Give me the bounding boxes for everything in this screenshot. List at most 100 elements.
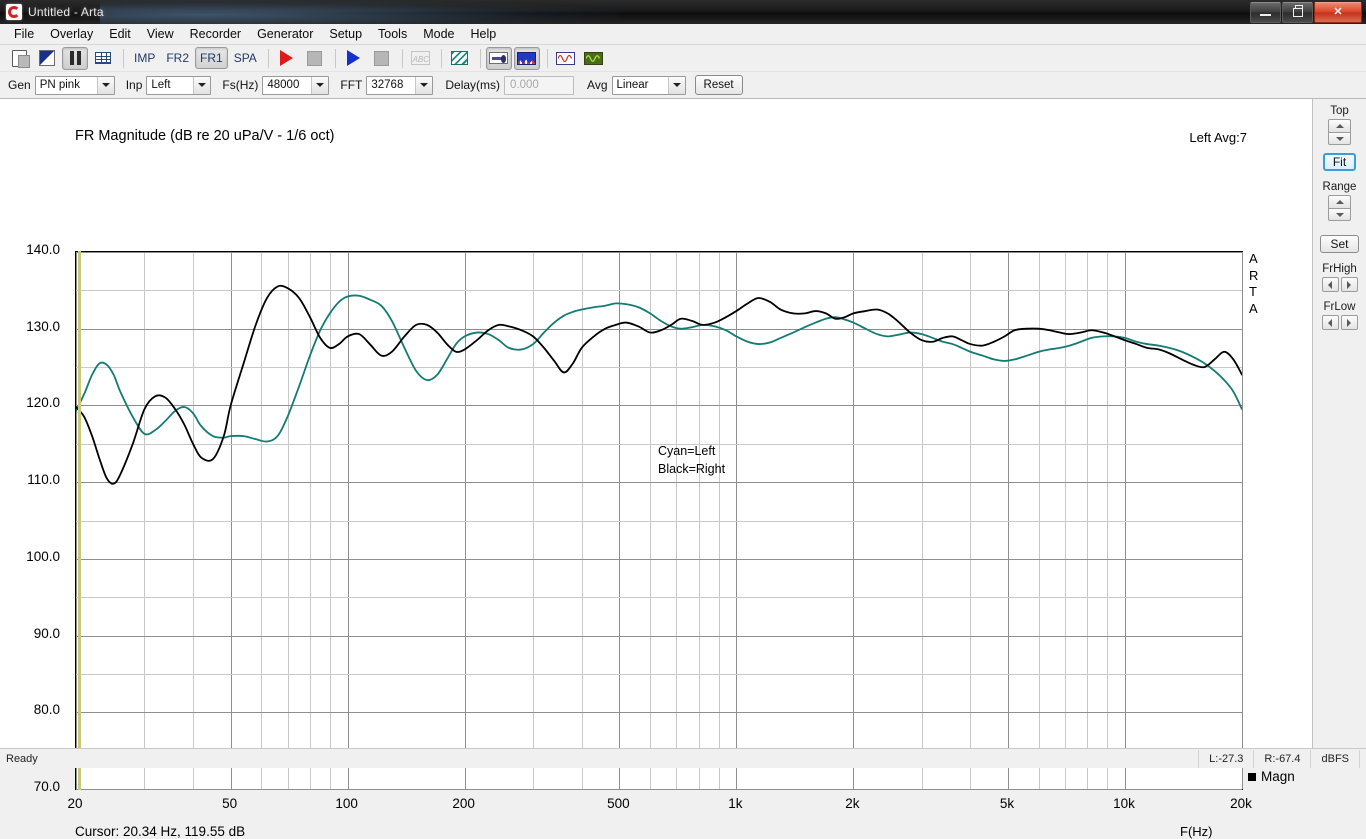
generator-value: PN pink — [36, 77, 97, 94]
overlay-button[interactable] — [34, 47, 60, 70]
samplerate-value: 48000 — [263, 77, 311, 94]
mode-button-fr2[interactable]: FR2 — [161, 47, 194, 69]
menu-item-tools[interactable]: Tools — [370, 25, 415, 44]
range-decrease-button[interactable] — [1328, 208, 1351, 221]
new-file-button[interactable] — [6, 47, 32, 70]
top-decrease-button[interactable] — [1328, 132, 1351, 145]
frlow-stepper[interactable] — [1322, 315, 1358, 330]
chevron-up-icon — [1336, 200, 1344, 204]
status-right-level: R:-67.4 — [1253, 750, 1310, 768]
menu-item-recorder[interactable]: Recorder — [182, 25, 249, 44]
graph-scale-panel: Top Fit Range Set FrHigh FrLow — [1312, 99, 1366, 748]
pause-button[interactable] — [62, 47, 88, 70]
delay-input[interactable]: 0.000 — [504, 76, 574, 95]
table-grid-icon — [95, 52, 111, 64]
reset-button[interactable]: Reset — [695, 75, 743, 95]
window-controls: ✕ — [1250, 0, 1366, 24]
y-axis-tick-label: 130.0 — [0, 319, 60, 334]
top-increase-button[interactable] — [1328, 119, 1351, 132]
chevron-down-icon[interactable] — [193, 77, 210, 94]
chevron-down-icon — [1336, 137, 1344, 141]
x-axis-tick-label: 20 — [45, 796, 105, 811]
range-stepper[interactable] — [1328, 195, 1351, 221]
minimize-button[interactable] — [1250, 2, 1281, 23]
status-unit: dBFS — [1310, 750, 1360, 768]
chevron-down-icon[interactable] — [415, 77, 432, 94]
sine-generator-button[interactable] — [553, 47, 579, 70]
menu-item-file[interactable]: File — [6, 25, 42, 44]
stop-red-icon — [307, 51, 322, 66]
frhigh-stepper[interactable] — [1322, 277, 1358, 292]
range-increase-button[interactable] — [1328, 195, 1351, 208]
mode-button-imp[interactable]: IMP — [129, 47, 160, 69]
menu-item-help[interactable]: Help — [463, 25, 505, 44]
averaging-select[interactable]: Linear — [612, 76, 686, 95]
chevron-up-icon — [1336, 124, 1344, 128]
cursor-line — [78, 251, 81, 790]
x-axis-tick-label: 1k — [705, 796, 765, 811]
averaging-value: Linear — [613, 77, 668, 94]
stop-record-button[interactable] — [302, 47, 328, 70]
noise-pattern-button[interactable] — [447, 47, 473, 70]
fft-size-select[interactable]: 32768 — [366, 76, 433, 95]
plot-title: FR Magnitude (dB re 20 uPa/V - 1/6 oct) — [75, 128, 335, 144]
toolbar-separator — [441, 49, 442, 68]
record-button[interactable] — [274, 47, 300, 70]
samplerate-select[interactable]: 48000 — [262, 76, 329, 95]
top-stepper[interactable] — [1328, 119, 1351, 145]
watermark-letter: A — [1249, 301, 1258, 318]
fit-button[interactable]: Fit — [1323, 153, 1356, 171]
toolbar-separator — [123, 49, 124, 68]
x-axis-tick-label: 2k — [822, 796, 882, 811]
title-bar: Untitled - Arta ✕ — [0, 0, 1366, 25]
settings-toolbar: Gen PN pink Inp Left Fs(Hz) 48000 FFT 32… — [0, 72, 1366, 99]
scope-icon — [584, 52, 603, 65]
toolbar-separator — [480, 49, 481, 68]
generator-select[interactable]: PN pink — [35, 76, 115, 95]
text-annotation-button[interactable]: ABC — [408, 47, 434, 70]
plot-axes[interactable] — [75, 251, 1243, 790]
toolbar-separator — [547, 49, 548, 68]
frhigh-increase-button[interactable] — [1341, 277, 1358, 292]
delay-label: Delay(ms) — [445, 77, 500, 93]
frlow-increase-button[interactable] — [1341, 315, 1358, 330]
menu-item-setup[interactable]: Setup — [321, 25, 370, 44]
record-red-icon — [280, 50, 293, 66]
arta-logo-icon — [6, 4, 22, 20]
menu-item-view[interactable]: View — [139, 25, 182, 44]
scope-button[interactable] — [581, 47, 607, 70]
chevron-down-icon[interactable] — [311, 77, 328, 94]
legend-label-magn: Magn — [1261, 767, 1295, 787]
spectrum-button[interactable] — [514, 47, 540, 70]
x-axis-tick-label: 20k — [1211, 796, 1271, 811]
table-button[interactable] — [90, 47, 116, 70]
close-button[interactable]: ✕ — [1314, 2, 1362, 23]
play-button[interactable] — [341, 47, 367, 70]
chevron-down-icon[interactable] — [97, 77, 114, 94]
menu-item-mode[interactable]: Mode — [415, 25, 462, 44]
input-label: Inp — [126, 77, 143, 93]
plot-curves — [76, 252, 1242, 789]
menu-item-overlay[interactable]: Overlay — [42, 25, 101, 44]
arta-application-window: Untitled - Arta ✕ File Overlay Edit View… — [0, 0, 1366, 768]
legend-item-magn: Magn — [1248, 767, 1295, 787]
mode-button-fr1[interactable]: FR1 — [195, 47, 228, 69]
open-overlay-icon — [40, 51, 54, 65]
frlow-decrease-button[interactable] — [1322, 315, 1339, 330]
menu-item-edit[interactable]: Edit — [101, 25, 139, 44]
samplerate-label: Fs(Hz) — [222, 77, 258, 93]
chevron-down-icon — [1336, 213, 1344, 217]
mode-button-spa[interactable]: SPA — [229, 47, 262, 69]
frhigh-decrease-button[interactable] — [1322, 277, 1339, 292]
graph-panel[interactable]: FR Magnitude (dB re 20 uPa/V - 1/6 oct) … — [0, 99, 1312, 748]
minimize-icon — [1260, 14, 1271, 16]
probe-button[interactable] — [486, 47, 512, 70]
hatch-pattern-icon — [451, 51, 468, 65]
menu-item-generator[interactable]: Generator — [249, 25, 321, 44]
input-select[interactable]: Left — [146, 76, 211, 95]
range-label: Range — [1323, 181, 1357, 193]
chevron-down-icon[interactable] — [668, 77, 685, 94]
stop-play-button[interactable] — [369, 47, 395, 70]
maximize-button[interactable] — [1282, 2, 1313, 23]
set-button[interactable]: Set — [1320, 235, 1358, 253]
